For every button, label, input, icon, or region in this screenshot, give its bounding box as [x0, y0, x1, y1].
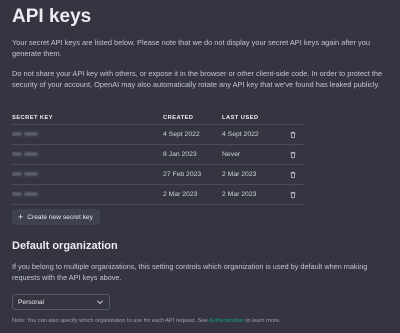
delete-key-button[interactable] — [282, 151, 304, 159]
header-last-used: LAST USED — [222, 115, 259, 121]
api-keys-table: SECRET KEY CREATED LAST USED 4 Sept 2022… — [12, 112, 304, 205]
intro-text: Your secret API keys are listed below. P… — [12, 38, 370, 58]
authentication-link[interactable]: Authentication — [209, 318, 244, 324]
header-secret-key: SECRET KEY — [12, 115, 54, 121]
create-secret-key-button[interactable]: + Create new secret key — [12, 209, 100, 225]
organization-select-value: Personal — [18, 298, 45, 306]
trash-icon — [290, 171, 296, 178]
table-row: 27 Feb 2023 2 Mar 2023 — [12, 164, 304, 184]
trash-icon — [290, 151, 296, 158]
last-used-date: 2 Mar 2023 — [222, 191, 257, 198]
create-secret-key-label: Create new secret key — [27, 213, 93, 221]
created-date: 27 Feb 2023 — [163, 171, 202, 178]
plus-icon: + — [18, 211, 24, 222]
last-used-date: Never — [222, 151, 241, 158]
default-organization-heading: Default organization — [12, 240, 118, 252]
page-title: API keys — [12, 6, 92, 27]
organization-note: Note: You can also specify which organiz… — [12, 318, 281, 324]
secret-key-masked — [12, 191, 163, 198]
created-date: 2 Mar 2023 — [163, 191, 198, 198]
delete-key-button[interactable] — [282, 131, 304, 139]
default-organization-description: If you belong to multiple organizations,… — [12, 262, 368, 282]
last-used-date: 2 Mar 2023 — [222, 171, 257, 178]
trash-icon — [290, 131, 296, 138]
table-header: SECRET KEY CREATED LAST USED — [12, 112, 304, 124]
table-row: 2 Mar 2023 2 Mar 2023 — [12, 184, 304, 205]
trash-icon — [290, 191, 296, 198]
table-row: 8 Jan 2023 Never — [12, 144, 304, 164]
api-keys-page: API keys Your secret API keys are listed… — [0, 0, 400, 333]
security-warning-text: Do not share your API key with others, o… — [12, 69, 383, 89]
secret-key-masked — [12, 131, 163, 138]
secret-key-masked — [12, 151, 163, 158]
created-date: 4 Sept 2022 — [163, 131, 200, 138]
chevron-down-icon — [97, 300, 103, 304]
delete-key-button[interactable] — [282, 171, 304, 179]
secret-key-masked — [12, 171, 163, 178]
table-row: 4 Sept 2022 4 Sept 2022 — [12, 124, 304, 144]
delete-key-button[interactable] — [282, 191, 304, 199]
last-used-date: 4 Sept 2022 — [222, 131, 259, 138]
organization-select[interactable]: Personal — [12, 294, 110, 310]
header-created: CREATED — [163, 115, 194, 121]
created-date: 8 Jan 2023 — [163, 151, 197, 158]
